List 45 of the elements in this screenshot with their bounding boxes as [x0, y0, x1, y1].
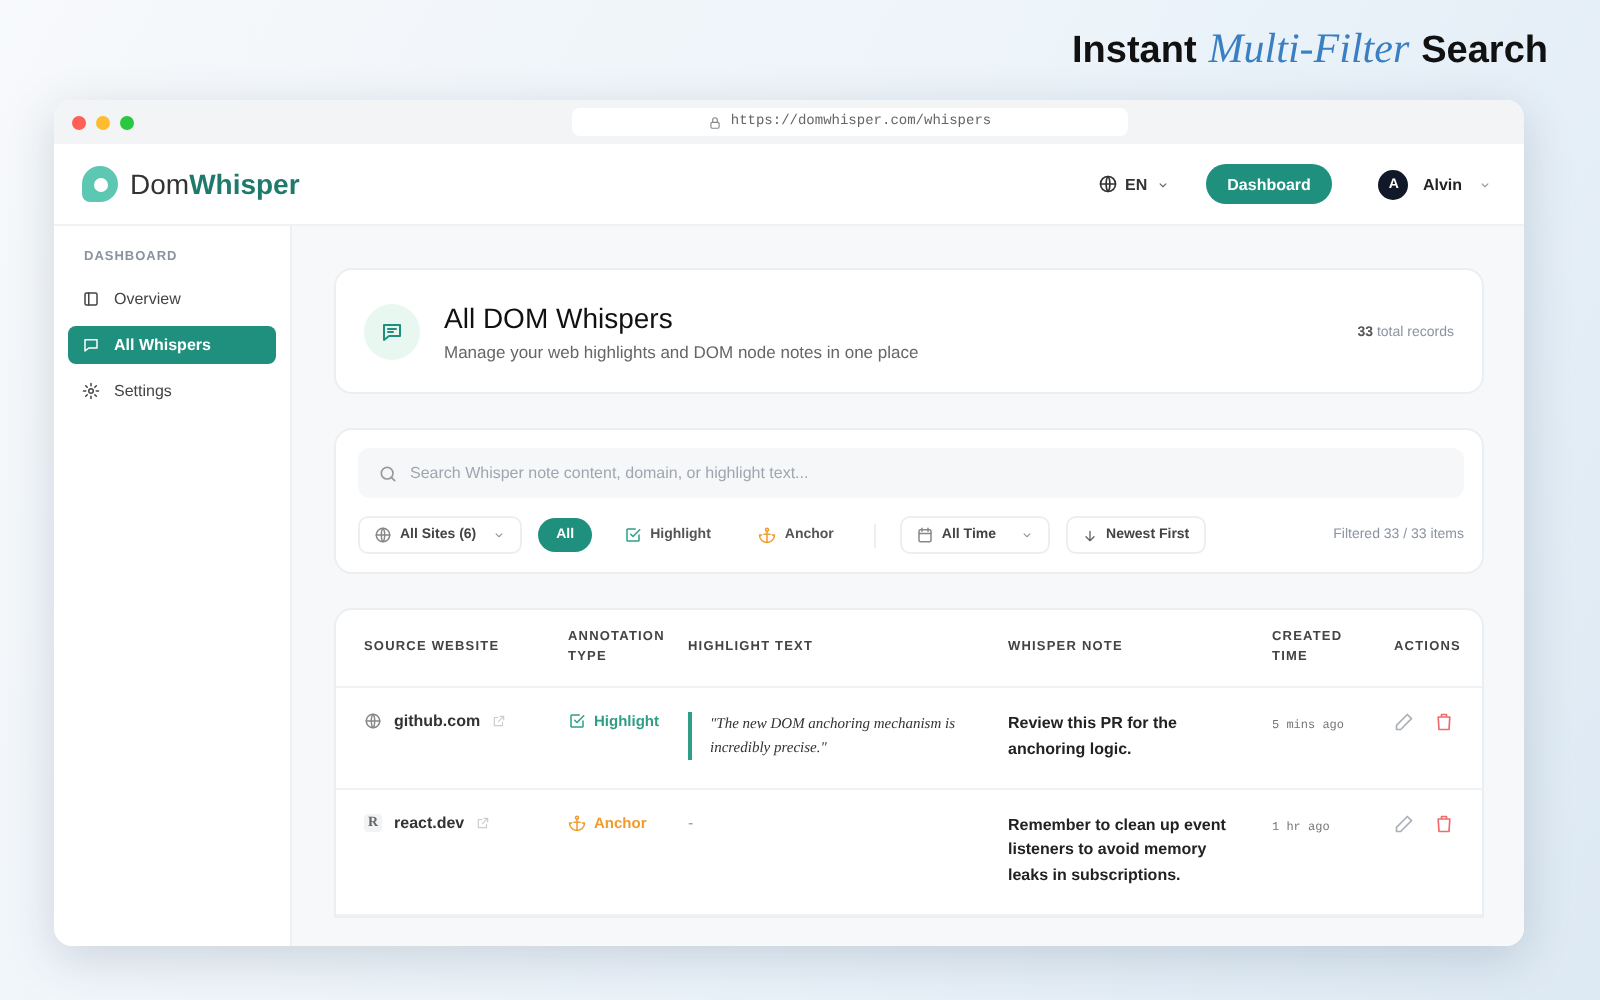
search-icon: [378, 464, 398, 484]
trash-icon[interactable]: [1434, 712, 1454, 732]
globe-icon: [364, 712, 382, 730]
external-link-icon: [476, 815, 491, 830]
sidebar-item[interactable]: Overview: [68, 280, 276, 318]
sidebar-item[interactable]: Settings: [68, 372, 276, 410]
external-link-icon: [492, 714, 507, 728]
search-field[interactable]: Search Whisper note content, domain, or highlight text...: [358, 448, 1464, 498]
globe-icon: [374, 526, 392, 544]
chevron-down-icon: [1020, 528, 1035, 542]
arrow-down-icon: [1082, 527, 1099, 543]
panel-icon: [82, 290, 100, 308]
whisper-note: Remember to clean up event listeners to avoid memory leaks in subscriptions.: [1008, 813, 1228, 889]
check-icon: [624, 526, 643, 544]
pencil-icon[interactable]: [1394, 712, 1414, 732]
lock-icon: [708, 115, 723, 129]
logo-icon: [82, 166, 118, 202]
chevron-down-icon: [1155, 177, 1170, 191]
highlight-text: -: [688, 813, 694, 832]
window-control-dot[interactable]: [96, 115, 110, 129]
chevron-down-icon: [492, 528, 507, 542]
window-control-dot[interactable]: [72, 115, 86, 129]
check-icon: [568, 712, 586, 730]
page-title: All DOM Whispers: [444, 301, 675, 333]
headline-word: Instant: [1072, 30, 1197, 74]
pencil-icon[interactable]: [1394, 813, 1414, 834]
headline-word: Multi-Filter: [1208, 24, 1410, 74]
page-subtitle: Manage your web highlights and DOM node notes in one place: [444, 341, 919, 361]
whisper-note: Review this PR for the anchoring logic.: [1008, 712, 1179, 762]
language-selector[interactable]: EN: [1097, 174, 1170, 194]
anchor-icon: [568, 813, 586, 832]
sidebar-item[interactable]: All Whispers: [68, 326, 276, 364]
chat-icon: [82, 336, 100, 354]
site-link[interactable]: github.com: [394, 712, 481, 730]
anchor-icon: [758, 526, 777, 544]
dashboard-button[interactable]: Dashboard: [1205, 164, 1333, 204]
window-control-dot[interactable]: [120, 115, 134, 129]
site-link[interactable]: react.dev: [394, 813, 465, 832]
chevron-down-icon: [1478, 177, 1492, 191]
trash-icon[interactable]: [1434, 813, 1454, 834]
headline-word: Search: [1421, 30, 1548, 74]
calendar-icon: [915, 526, 934, 544]
brand-name: DomWhisper: [130, 168, 300, 200]
message-glyph-icon: [380, 319, 404, 343]
globe-icon: [1097, 174, 1118, 194]
